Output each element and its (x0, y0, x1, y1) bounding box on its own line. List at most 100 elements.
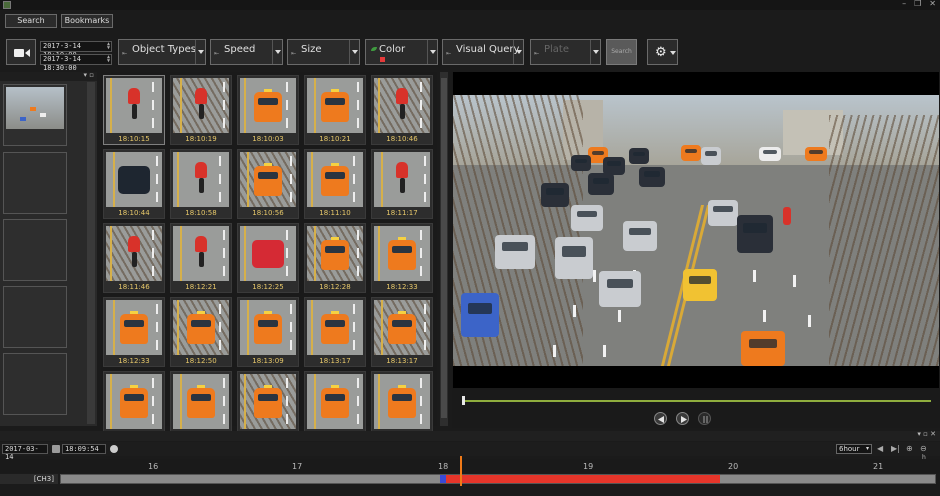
close-button[interactable]: ✕ (929, 0, 936, 8)
calendar-icon[interactable] (52, 445, 60, 453)
vehicle-yellow[interactable] (683, 269, 717, 301)
vehicle-blue-van[interactable] (461, 293, 499, 337)
result-thumbnail[interactable]: 18:10:44 (103, 149, 165, 219)
pin-icon[interactable]: ▾ ▫ ✕ (917, 430, 936, 438)
search-hit-segment[interactable] (446, 475, 720, 483)
result-thumbnail[interactable]: 18:13:09 (237, 297, 299, 367)
results-scrollbar[interactable] (440, 72, 448, 426)
time-ruler[interactable] (0, 459, 940, 473)
thumbnail-time: 18:10:19 (185, 135, 217, 143)
app-icon (3, 1, 11, 9)
spin-arrows-icon[interactable]: ▲ ▼ (107, 42, 110, 51)
start-datetime-field[interactable]: 2017-3-14 18:10:00▲▼ (40, 41, 112, 59)
playback-knob[interactable] (462, 396, 465, 405)
size-filter[interactable]: ⇤ Size (287, 39, 360, 65)
chevron-down-icon (670, 51, 676, 55)
result-thumbnail[interactable]: 18:12:21 (170, 223, 232, 293)
pin-icon[interactable]: ▾ ▫ (84, 71, 94, 79)
vehicle-dark[interactable] (541, 183, 569, 207)
camera-slot[interactable] (3, 353, 67, 415)
vehicle-dark[interactable] (629, 148, 649, 164)
scrollbar-thumb[interactable] (441, 78, 447, 418)
result-thumbnail[interactable]: 18:12:33 (103, 297, 165, 367)
search-tab[interactable]: Search (5, 14, 57, 28)
lane-dash (420, 378, 422, 388)
lane-line (180, 374, 182, 429)
result-thumbnail[interactable]: 18:10:21 (304, 75, 366, 145)
vehicle-white[interactable] (759, 147, 781, 161)
speed-filter[interactable]: ⇤ Speed (210, 39, 283, 65)
motorcycle-rider[interactable] (783, 207, 791, 225)
camera-slot[interactable] (3, 84, 67, 146)
vehicle-dark[interactable] (571, 155, 591, 171)
vehicle-dark[interactable] (639, 167, 665, 187)
result-thumbnail[interactable]: 18:11:10 (304, 149, 366, 219)
object-types-filter[interactable]: ⇤ Object Types (118, 39, 206, 65)
lane-dash (593, 270, 596, 282)
result-thumbnail[interactable]: 18:10:46 (371, 75, 433, 145)
settings-button[interactable]: ⚙ (647, 39, 678, 65)
playback-progress[interactable] (463, 400, 931, 402)
vehicle-silver[interactable] (623, 221, 657, 251)
lane-dash (286, 82, 288, 92)
result-thumbnail[interactable]: 18:13:17 (304, 297, 366, 367)
vehicle-silver[interactable] (701, 147, 721, 165)
result-thumbnail[interactable]: 18:11:17 (371, 149, 433, 219)
chevron-down-icon[interactable] (427, 40, 437, 64)
vehicle-silver[interactable] (555, 237, 593, 279)
vehicle-silver[interactable] (708, 200, 738, 226)
run-search-button[interactable]: Search (606, 39, 637, 65)
result-thumbnail[interactable]: 18:11:46 (103, 223, 165, 293)
next-event-icon[interactable]: ▶| (891, 444, 900, 453)
prev-button[interactable] (654, 412, 667, 425)
maximize-button[interactable]: ❐ (914, 0, 921, 8)
video-frame[interactable] (453, 95, 939, 366)
lane-line (177, 300, 179, 355)
result-thumbnail[interactable]: 18:13:17 (371, 297, 433, 367)
trees-right (829, 115, 939, 366)
camera-slot[interactable] (3, 152, 67, 214)
timeline-time-field[interactable]: 18:09:54 (62, 444, 106, 454)
result-thumbnail[interactable]: 18:12:50 (170, 297, 232, 367)
vehicle-taxi[interactable] (741, 331, 785, 366)
timeline-date-field[interactable]: 2017-03-14 (2, 444, 48, 461)
lane-dash (152, 118, 154, 128)
prev-event-icon[interactable]: ◀ (877, 444, 883, 453)
end-datetime-field[interactable]: 2017-3-14 18:30:00 ▲ ▼ (40, 54, 112, 72)
vehicle-dark-suv[interactable] (737, 215, 773, 253)
vehicle-taxi[interactable] (681, 145, 701, 161)
thumbnail-image (374, 152, 430, 207)
camera-select-button[interactable] (6, 39, 36, 65)
color-filter[interactable]: Color (365, 39, 438, 65)
bookmarks-tab[interactable]: Bookmarks (61, 14, 113, 28)
result-thumbnail[interactable]: 18:12:25 (237, 223, 299, 293)
vehicle-dark[interactable] (588, 173, 614, 195)
vehicle-silver[interactable] (599, 271, 641, 307)
clock-icon[interactable] (110, 445, 118, 453)
vehicle-taxi[interactable] (805, 147, 827, 161)
result-thumbnail[interactable]: 18:10:15 (103, 75, 165, 145)
chevron-down-icon[interactable] (272, 40, 282, 64)
camera-slot[interactable] (3, 286, 67, 348)
zoom-in-icon[interactable]: ⊕ (906, 444, 913, 453)
chevron-down-icon[interactable] (349, 40, 359, 64)
minimize-button[interactable]: – (902, 0, 906, 8)
result-thumbnail[interactable]: 18:10:56 (237, 149, 299, 219)
result-thumbnail[interactable]: 18:10:19 (170, 75, 232, 145)
play-button[interactable] (676, 412, 689, 425)
zoom-select[interactable]: 6hour ▾ (836, 444, 872, 454)
result-thumbnail[interactable]: 18:12:33 (371, 223, 433, 293)
vehicle-silver[interactable] (571, 205, 603, 231)
chevron-down-icon[interactable] (195, 40, 205, 64)
spin-arrows-icon[interactable]: ▲ ▼ (107, 55, 110, 64)
visual-query-filter[interactable]: ⇤ Visual Query (442, 39, 524, 65)
chevron-down-icon[interactable] (513, 40, 523, 64)
result-thumbnail[interactable]: 18:12:28 (304, 223, 366, 293)
result-thumbnail[interactable]: 18:10:58 (170, 149, 232, 219)
taxi (120, 311, 148, 344)
strip-scrollbar[interactable] (87, 82, 95, 424)
vehicle-silver[interactable] (495, 235, 535, 269)
result-thumbnail[interactable]: 18:10:03 (237, 75, 299, 145)
camera-slot[interactable] (3, 219, 67, 281)
zoom-out-icon[interactable]: ⊖ (920, 444, 927, 453)
